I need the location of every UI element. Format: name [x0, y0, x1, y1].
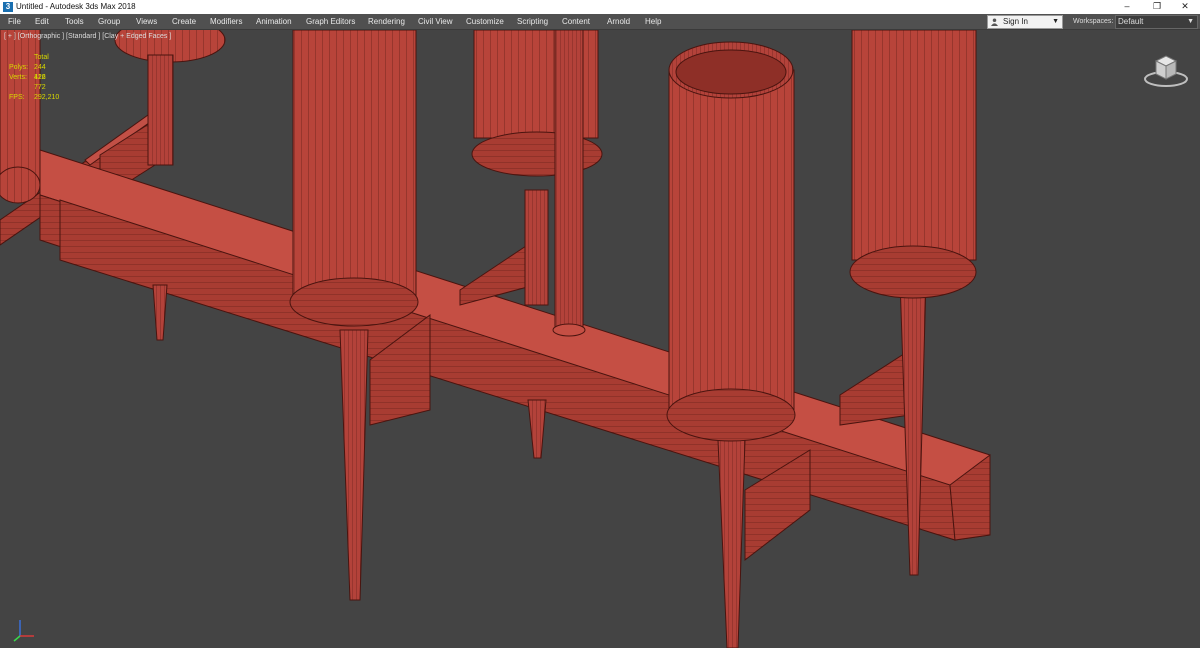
fps-value: 292,210 — [34, 94, 60, 101]
minimize-button[interactable]: – — [1112, 0, 1142, 14]
menu-group[interactable]: Group — [98, 15, 120, 28]
menu-help[interactable]: Help — [645, 15, 661, 28]
viewcube-icon[interactable] — [1142, 52, 1190, 90]
window-title: Untitled - Autodesk 3ds Max 2018 — [16, 2, 136, 11]
leg-2 — [339, 329, 369, 601]
menu-tools[interactable]: Tools — [65, 15, 84, 28]
menu-arnold[interactable]: Arnold — [607, 15, 630, 28]
leg-1 — [152, 284, 168, 341]
menu-create[interactable]: Create — [172, 15, 196, 28]
chevron-down-icon: ▼ — [1187, 18, 1194, 25]
perspective-viewport[interactable]: [ + ] [Orthographic ] [Standard ] [Clay … — [0, 30, 1200, 648]
verts-value: 122 772 — [34, 74, 46, 91]
leg-4 — [717, 439, 746, 648]
workspaces-label: Workspaces: — [1073, 18, 1114, 25]
scene-render — [0, 30, 991, 648]
menu-customize[interactable]: Customize — [466, 15, 504, 28]
sign-in-label: Sign In — [1003, 17, 1028, 26]
leg-3 — [527, 399, 547, 459]
cylinder-4 — [668, 69, 795, 411]
menu-content[interactable]: Content — [562, 15, 590, 28]
menu-graph-editors[interactable]: Graph Editors — [306, 15, 355, 28]
stats-header: Total — [34, 54, 49, 61]
menu-bar: File Edit Tools Group Views Create Modif… — [0, 14, 1200, 30]
menu-rendering[interactable]: Rendering — [368, 15, 405, 28]
workspaces-value: Default — [1118, 17, 1144, 26]
polys-label: Polys: — [9, 64, 29, 71]
candle-stick — [554, 30, 584, 331]
title-bar: 3 Untitled - Autodesk 3ds Max 2018 – ❐ ✕ — [0, 0, 1200, 14]
menu-animation[interactable]: Animation — [256, 15, 292, 28]
fps-label: FPS: — [9, 94, 25, 101]
cylinder-2 — [292, 30, 417, 301]
menu-civil-view[interactable]: Civil View — [418, 15, 453, 28]
menu-scripting[interactable]: Scripting — [517, 15, 548, 28]
menu-modifiers[interactable]: Modifiers — [210, 15, 242, 28]
menu-edit[interactable]: Edit — [35, 15, 49, 28]
chevron-down-icon: ▼ — [1052, 18, 1059, 25]
menu-views[interactable]: Views — [136, 15, 157, 28]
sign-in-dropdown[interactable]: Sign In ▼ — [987, 15, 1063, 29]
main-beam-top — [39, 149, 991, 501]
workspaces-select[interactable]: Default ▼ — [1115, 15, 1198, 29]
app-logo-icon: 3 — [3, 2, 13, 12]
close-button[interactable]: ✕ — [1170, 0, 1200, 14]
menu-file[interactable]: File — [8, 15, 21, 28]
verts-label: Verts: — [9, 74, 27, 81]
user-icon — [991, 18, 998, 26]
axis-tripod-icon — [13, 620, 34, 642]
restore-button[interactable]: ❐ — [1142, 0, 1172, 14]
viewport-label[interactable]: [ + ] [Orthographic ] [Standard ] [Clay … — [4, 33, 171, 40]
cylinder-5 — [851, 30, 977, 261]
